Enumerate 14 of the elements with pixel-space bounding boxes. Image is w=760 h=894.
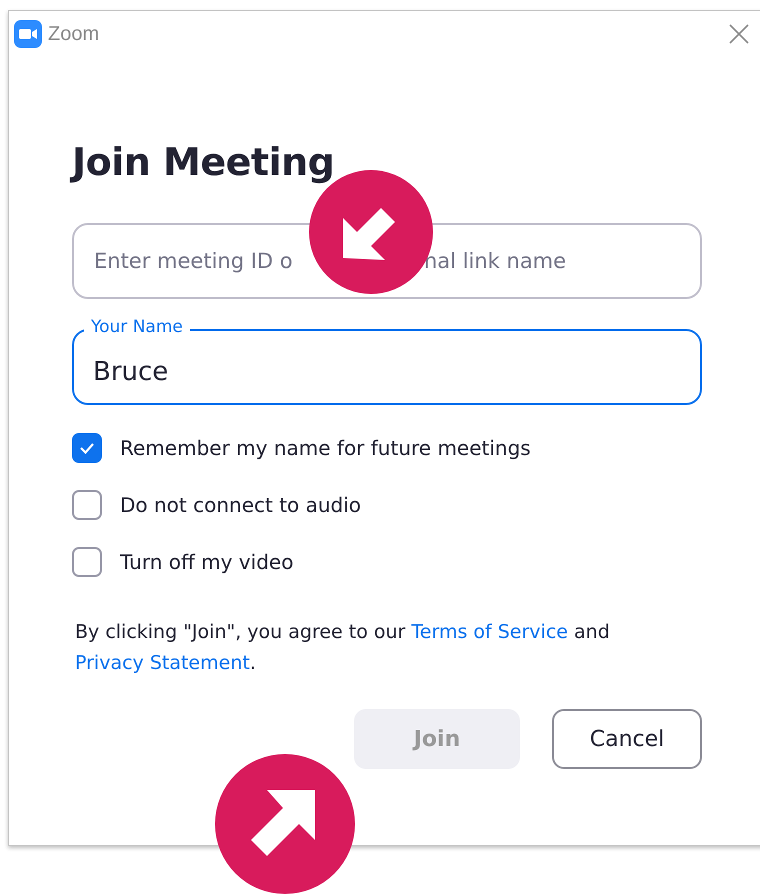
link[interactable]: Privacy Statement [75,652,250,674]
link[interactable]: Terms of Service [411,621,568,643]
checkbox-label: Turn off my video [120,550,294,574]
video-camera-icon [14,20,42,48]
checkbox[interactable] [72,490,102,520]
checkbox-label: Do not connect to audio [120,493,362,517]
close-icon[interactable] [729,24,749,44]
dialog-heading: Join Meeting [72,143,702,181]
checkbox[interactable] [72,433,102,463]
agreement-text: By clicking "Join", you agree to our Terms of Service and Privacy Statement. [75,620,611,676]
window-title: Zoom [48,22,100,46]
cancel-button[interactable]: Cancel [552,709,702,769]
checkbox-label: Remember my name for future meetings [120,436,531,460]
checkbox[interactable] [72,547,102,577]
